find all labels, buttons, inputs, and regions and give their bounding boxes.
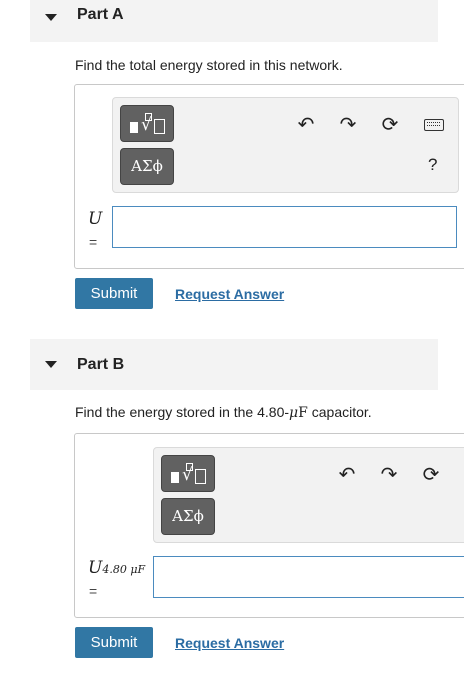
part-b-answer-input[interactable]: [153, 556, 464, 598]
keyboard-icon[interactable]: [424, 119, 444, 131]
part-b-question-suffix: capacitor.: [307, 404, 372, 420]
part-b-question: Find the energy stored in the 4.80-μF ca…: [75, 404, 372, 421]
answer-variable-symbol: U: [88, 558, 103, 578]
part-a-answer-input[interactable]: [112, 206, 457, 248]
collapse-caret-icon[interactable]: [45, 361, 57, 368]
answer-variable-label: U4.80 μF: [88, 558, 145, 578]
math-toolbar: √ ΑΣϕ ↶ ↷ ⟳ ?: [112, 97, 459, 193]
math-toolbar: √ ΑΣϕ ↶ ↷ ⟳: [153, 447, 464, 543]
part-a-request-answer-link[interactable]: Request Answer: [175, 286, 284, 302]
part-b-question-prefix: Find the energy stored in the 4.80-: [75, 404, 290, 420]
undo-icon[interactable]: ↶: [336, 462, 358, 486]
part-b-question-mu: μ: [289, 405, 299, 421]
templates-button[interactable]: √: [161, 455, 215, 492]
part-a-title: Part A: [77, 6, 124, 23]
equals-sign: =: [89, 583, 98, 599]
part-a-submit-button[interactable]: Submit: [75, 278, 153, 309]
templates-button[interactable]: √: [120, 105, 174, 142]
redo-icon[interactable]: ↷: [378, 462, 400, 486]
greek-symbols-button[interactable]: ΑΣϕ: [120, 148, 174, 185]
reset-icon[interactable]: ⟳: [379, 112, 401, 136]
part-b-answer-box: √ ΑΣϕ ↶ ↷ ⟳ U4.80 μF =: [74, 433, 464, 618]
equals-sign: =: [89, 234, 98, 250]
part-b-question-unit: F: [298, 405, 308, 421]
collapse-caret-icon[interactable]: [45, 14, 57, 21]
part-a-question: Find the total energy stored in this net…: [75, 57, 343, 73]
help-icon[interactable]: ?: [428, 155, 437, 175]
reset-icon[interactable]: ⟳: [420, 462, 442, 486]
greek-symbols-button[interactable]: ΑΣϕ: [161, 498, 215, 535]
part-a-header[interactable]: Part A: [30, 0, 438, 42]
part-b-submit-button[interactable]: Submit: [75, 627, 153, 658]
redo-icon[interactable]: ↷: [337, 112, 359, 136]
part-b-header[interactable]: Part B: [30, 339, 438, 390]
answer-variable-subscript: 4.80 μF: [102, 563, 146, 576]
part-b-request-answer-link[interactable]: Request Answer: [175, 635, 284, 651]
part-a-answer-box: √ ΑΣϕ ↶ ↷ ⟳ ? U =: [74, 84, 464, 269]
answer-variable-label: U: [88, 209, 103, 229]
part-b-title: Part B: [77, 356, 125, 373]
undo-icon[interactable]: ↶: [295, 112, 317, 136]
